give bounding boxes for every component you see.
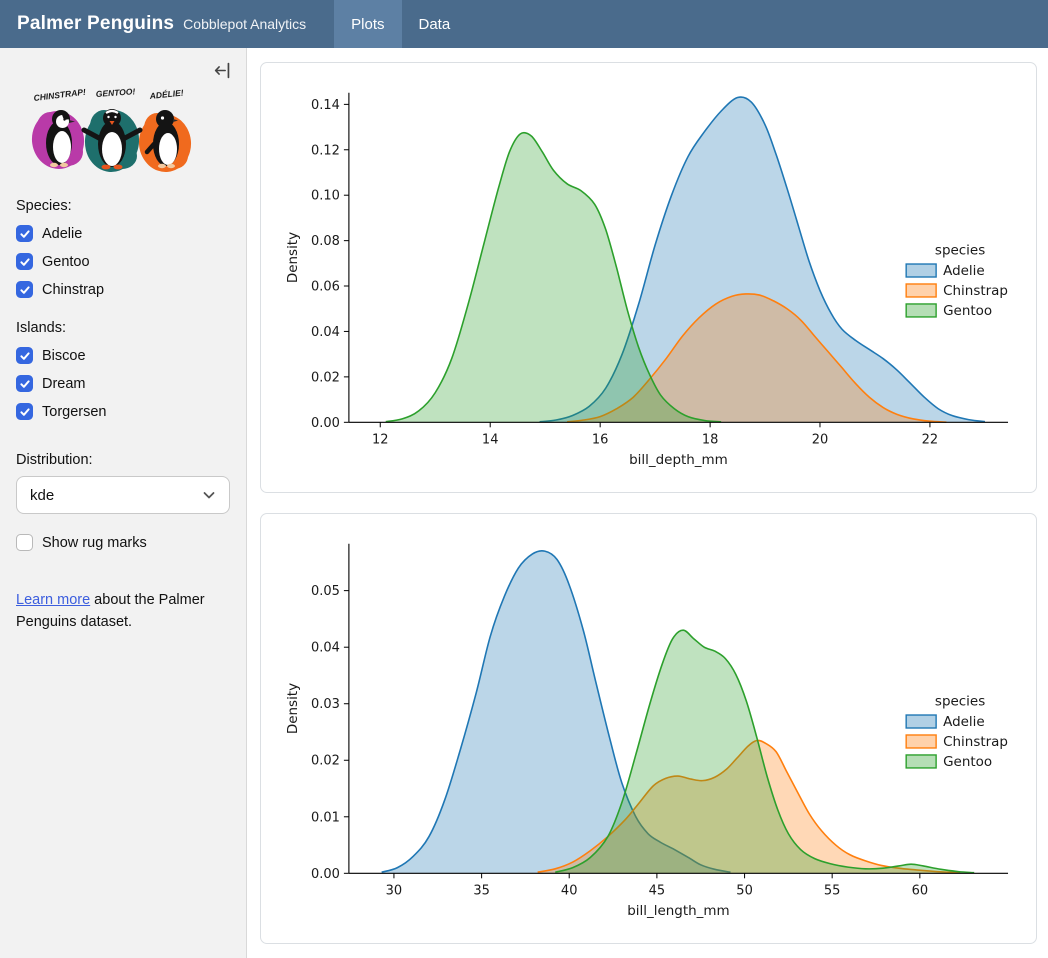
checkbox-label: Dream — [42, 376, 86, 392]
artwork-label-adelie: ADÉLIE! — [148, 87, 184, 101]
svg-text:14: 14 — [482, 432, 499, 447]
svg-text:Gentoo: Gentoo — [943, 754, 992, 770]
svg-text:species: species — [935, 243, 985, 259]
islands-group-label: Islands: — [16, 320, 230, 336]
svg-text:0.04: 0.04 — [311, 641, 340, 656]
svg-text:40: 40 — [561, 883, 578, 898]
distribution-selected-value: kde — [30, 487, 54, 504]
svg-text:Density: Density — [285, 683, 301, 734]
svg-text:0.00: 0.00 — [311, 416, 340, 431]
density-chart-svg: 12 14 16 18 20 22 0.00 0.02 0.04 0.06 0.08 0.10 0.12… — [267, 66, 1030, 489]
svg-text:18: 18 — [702, 432, 719, 447]
svg-text:0.02: 0.02 — [311, 370, 340, 385]
checkbox-row-rug-marks[interactable]: Show rug marks — [16, 534, 230, 551]
svg-text:Chinstrap: Chinstrap — [943, 734, 1008, 750]
check-icon — [19, 350, 31, 362]
svg-text:16: 16 — [592, 432, 609, 447]
svg-text:bill_length_mm: bill_length_mm — [627, 903, 729, 919]
tab-plots[interactable]: Plots — [334, 0, 401, 48]
svg-text:0.03: 0.03 — [311, 697, 340, 712]
top-navbar: Palmer Penguins Cobblepot Analytics Plot… — [0, 0, 1048, 48]
nav-tabs: Plots Data — [334, 0, 467, 48]
checkbox-label: Biscoe — [42, 348, 86, 364]
checkbox-label: Chinstrap — [42, 282, 104, 298]
svg-text:0.05: 0.05 — [311, 584, 340, 599]
svg-text:0.14: 0.14 — [311, 98, 340, 113]
plot-card-bill-length: 30 35 40 45 50 55 60 0.00 0.01 0.02 0.03 0.04 0.05 bi… — [260, 513, 1037, 944]
svg-text:60: 60 — [912, 883, 929, 898]
svg-text:0.06: 0.06 — [311, 279, 340, 294]
species-group-label: Species: — [16, 198, 230, 214]
check-icon — [19, 256, 31, 268]
svg-text:55: 55 — [824, 883, 841, 898]
collapse-left-icon — [214, 62, 231, 79]
check-icon — [19, 378, 31, 390]
bill-length-density-plot: 30 35 40 45 50 55 60 0.00 0.01 0.02 0.03 0.04 0.05 bi… — [267, 517, 1030, 940]
checkbox-row-torgersen[interactable]: Torgersen — [16, 403, 230, 420]
checkbox-biscoe[interactable] — [16, 347, 33, 364]
svg-text:Density: Density — [285, 232, 301, 283]
svg-text:45: 45 — [649, 883, 666, 898]
svg-text:0.10: 0.10 — [311, 189, 340, 204]
chevron-down-icon — [202, 488, 216, 502]
svg-text:35: 35 — [473, 883, 490, 898]
check-icon — [19, 284, 31, 296]
checkbox-gentoo[interactable] — [16, 253, 33, 270]
svg-text:0.12: 0.12 — [311, 143, 340, 158]
svg-text:0.04: 0.04 — [311, 325, 340, 340]
plot-card-bill-depth: 12 14 16 18 20 22 0.00 0.02 0.04 0.06 0.08 0.10 0.12… — [260, 62, 1037, 493]
svg-text:Adelie: Adelie — [943, 714, 985, 730]
check-icon — [19, 406, 31, 418]
svg-text:Adelie: Adelie — [943, 263, 985, 279]
svg-text:12: 12 — [372, 432, 389, 447]
svg-text:20: 20 — [812, 432, 829, 447]
checkbox-label: Show rug marks — [42, 535, 147, 551]
penguin-artwork-image: CHINSTRAP! GENTOO! ADÉLIE! — [16, 86, 194, 176]
svg-text:22: 22 — [922, 432, 939, 447]
checkbox-label: Adelie — [42, 226, 82, 242]
checkbox-row-adelie[interactable]: Adelie — [16, 225, 230, 242]
svg-text:bill_depth_mm: bill_depth_mm — [629, 452, 728, 468]
density-chart-svg: 30 35 40 45 50 55 60 0.00 0.01 0.02 0.03 0.04 0.05 bi… — [267, 517, 1030, 940]
sidebar: CHINSTRAP! GENTOO! ADÉLIE! — [0, 48, 247, 958]
svg-text:Gentoo: Gentoo — [943, 303, 992, 319]
learn-more-link[interactable]: Learn more — [16, 592, 90, 608]
checkbox-chinstrap[interactable] — [16, 281, 33, 298]
checkbox-label: Gentoo — [42, 254, 90, 270]
distribution-label: Distribution: — [16, 452, 230, 468]
svg-text:0.02: 0.02 — [311, 754, 340, 769]
svg-text:30: 30 — [386, 883, 403, 898]
dataset-info-text: Learn more about the Palmer Penguins dat… — [16, 589, 221, 634]
app-brand: Palmer Penguins Cobblepot Analytics — [0, 13, 306, 35]
sidebar-collapse-button[interactable] — [212, 60, 233, 81]
bill-depth-density-plot: 12 14 16 18 20 22 0.00 0.02 0.04 0.06 0.08 0.10 0.12… — [267, 66, 1030, 489]
checkbox-row-dream[interactable]: Dream — [16, 375, 230, 392]
checkbox-torgersen[interactable] — [16, 403, 33, 420]
checkbox-adelie[interactable] — [16, 225, 33, 242]
main-content: 12 14 16 18 20 22 0.00 0.02 0.04 0.06 0.08 0.10 0.12… — [247, 48, 1048, 958]
svg-text:0.08: 0.08 — [311, 234, 340, 249]
svg-text:0.00: 0.00 — [311, 867, 340, 882]
checkbox-row-gentoo[interactable]: Gentoo — [16, 253, 230, 270]
distribution-select[interactable]: kde — [16, 476, 230, 514]
checkbox-rug-marks[interactable] — [16, 534, 33, 551]
artwork-label-chinstrap: CHINSTRAP! — [33, 87, 86, 103]
app-title: Palmer Penguins — [17, 13, 174, 35]
tab-data[interactable]: Data — [402, 0, 468, 48]
checkbox-dream[interactable] — [16, 375, 33, 392]
svg-text:species: species — [935, 694, 985, 710]
checkbox-row-biscoe[interactable]: Biscoe — [16, 347, 230, 364]
check-icon — [19, 228, 31, 240]
svg-text:0.01: 0.01 — [311, 810, 340, 825]
svg-text:Chinstrap: Chinstrap — [943, 283, 1008, 299]
artwork-label-gentoo: GENTOO! — [95, 86, 135, 99]
svg-text:50: 50 — [736, 883, 753, 898]
checkbox-row-chinstrap[interactable]: Chinstrap — [16, 281, 230, 298]
checkbox-label: Torgersen — [42, 404, 106, 420]
app-subtitle: Cobblepot Analytics — [183, 16, 306, 32]
